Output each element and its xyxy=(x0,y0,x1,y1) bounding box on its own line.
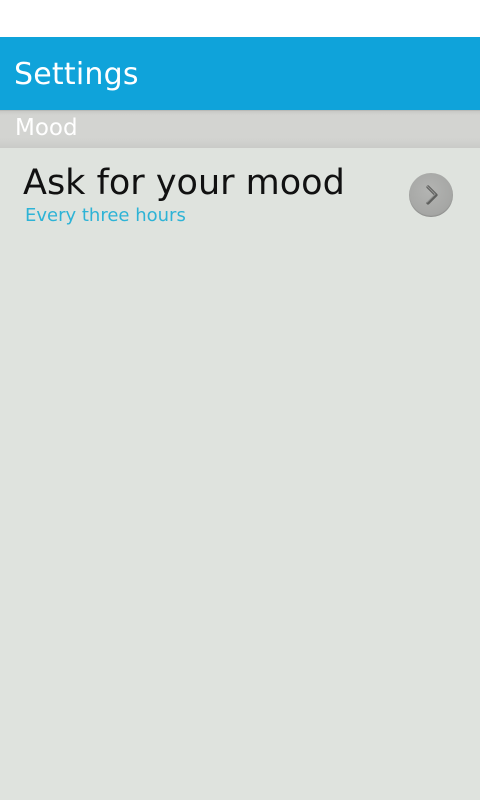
setting-item-ask-for-mood[interactable]: Ask for your mood Every three hours xyxy=(0,148,480,246)
chevron-right-icon[interactable] xyxy=(409,173,453,217)
section-header-mood: Mood xyxy=(0,110,480,148)
section-header-label: Mood xyxy=(15,115,78,141)
setting-item-title: Ask for your mood xyxy=(23,163,345,203)
status-bar xyxy=(0,0,480,37)
setting-item-summary: Every three hours xyxy=(25,205,186,226)
page-title: Settings xyxy=(14,57,139,92)
action-bar: Settings xyxy=(0,37,480,110)
